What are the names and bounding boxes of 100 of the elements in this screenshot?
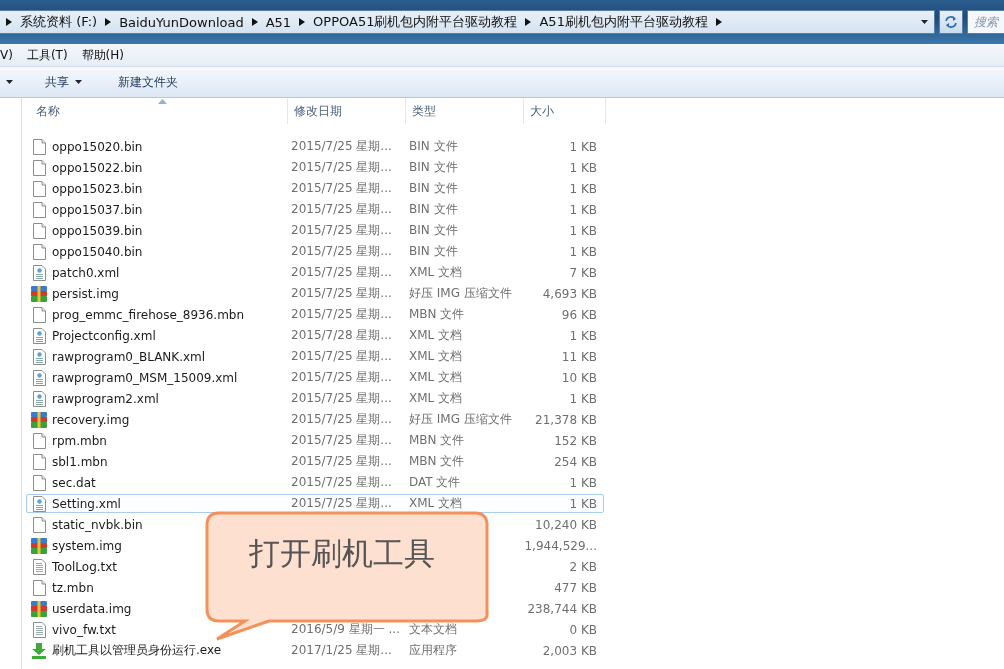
breadcrumb[interactable]: 系统资料 (F:) — [20, 13, 98, 31]
table-cell: XML 文档 — [409, 370, 463, 384]
file-name[interactable]: oppo15023.bin — [52, 181, 143, 196]
sort-arrow-icon — [158, 99, 167, 104]
document-icon — [32, 348, 46, 365]
file-icon — [32, 180, 46, 197]
chevron-icon[interactable] — [525, 18, 532, 26]
table-cell: 1 KB — [569, 202, 597, 217]
breadcrumb[interactable]: A51刷机包内附平台驱动教程 — [539, 13, 708, 31]
document-icon — [32, 495, 46, 512]
menu-item[interactable]: 工具(T) — [26, 46, 68, 64]
file-icon — [32, 306, 46, 323]
table-cell: 好压 IMG 压缩文件 — [409, 286, 512, 300]
chevron-icon[interactable] — [715, 18, 722, 26]
document-icon — [32, 390, 46, 407]
table-cell: 2015/7/25 星期... — [291, 349, 392, 363]
file-name[interactable]: rawprogram0_MSM_15009.xml — [52, 370, 238, 385]
file-name[interactable]: static_nvbk.bin — [52, 517, 143, 532]
table-cell: MBN 文件 — [409, 433, 465, 447]
breadcrumb[interactable]: OPPOA51刷机包内附平台驱动教程 — [313, 13, 518, 31]
column-header[interactable]: 类型 — [406, 98, 524, 124]
table-cell: 477 KB — [554, 580, 597, 595]
breadcrumb[interactable]: BaiduYunDownload — [119, 14, 244, 30]
chevron-icon[interactable] — [251, 18, 258, 26]
file-name[interactable]: prog_emmc_firehose_8936.mbn — [52, 307, 245, 322]
table-cell: 2,003 KB — [542, 643, 597, 658]
caret-icon — [921, 20, 928, 24]
file-name[interactable]: sbl1.mbn — [52, 454, 108, 469]
callout-text: 打开刷机工具 — [249, 534, 435, 573]
file-name[interactable]: oppo15037.bin — [52, 202, 143, 217]
table-cell: 2015/7/25 星期... — [291, 475, 392, 489]
table-cell: DAT 文件 — [409, 475, 461, 489]
table-cell: 2015/7/25 星期... — [291, 160, 392, 174]
file-name[interactable]: patch0.xml — [52, 265, 120, 280]
file-name[interactable]: tz.mbn — [52, 580, 94, 595]
table-cell: 1 KB — [569, 391, 597, 406]
chevron-icon[interactable] — [299, 18, 306, 26]
file-name[interactable]: rawprogram2.xml — [52, 391, 159, 406]
toolbar-button[interactable]: 共享 — [41, 71, 86, 93]
archive-icon — [31, 600, 47, 617]
column-header[interactable]: 修改日期 — [288, 98, 406, 124]
toolbar-button[interactable]: 新建文件夹 — [114, 71, 182, 93]
table-cell: 2015/7/25 星期... — [291, 454, 392, 468]
table-cell: 2015/7/25 星期... — [291, 370, 392, 384]
file-icon — [32, 222, 46, 239]
file-name[interactable]: persist.img — [52, 286, 119, 301]
file-name[interactable]: sec.dat — [52, 475, 96, 490]
table-cell: 96 KB — [561, 307, 597, 322]
document-icon — [32, 264, 46, 281]
file-icon — [32, 243, 46, 260]
file-icon — [32, 138, 46, 155]
file-name[interactable]: rawprogram0_BLANK.xml — [52, 349, 206, 364]
file-icon — [32, 432, 46, 449]
file-name[interactable]: 刷机工具以管理员身份运行.exe — [52, 642, 222, 659]
file-name[interactable]: oppo15040.bin — [52, 244, 143, 259]
archive-icon — [31, 411, 47, 428]
file-name[interactable]: oppo15020.bin — [52, 139, 143, 154]
table-cell: 1 KB — [569, 328, 597, 343]
table-cell: 11 KB — [561, 349, 597, 364]
table-cell: BIN 文件 — [409, 160, 458, 174]
file-name[interactable]: Setting.xml — [52, 496, 121, 511]
table-cell: MBN 文件 — [409, 307, 465, 321]
file-name[interactable]: vivo_fw.txt — [52, 622, 116, 637]
file-name[interactable]: Projectconfig.xml — [52, 328, 156, 343]
table-cell: XML 文档 — [409, 391, 463, 405]
table-cell: 应用程序 — [409, 643, 457, 657]
text-file-icon — [32, 621, 46, 638]
file-name[interactable]: rpm.mbn — [52, 433, 107, 448]
table-cell: 2015/7/25 星期... — [291, 412, 392, 426]
column-header[interactable]: 大小 — [524, 98, 606, 124]
table-cell: 2017/1/25 星期... — [291, 643, 392, 657]
table-cell: XML 文档 — [409, 328, 463, 342]
table-cell: 2015/7/25 星期... — [291, 265, 392, 279]
chevron-icon[interactable] — [105, 18, 112, 26]
table-cell: 2015/7/25 星期... — [291, 307, 392, 321]
table-cell: XML 文档 — [409, 265, 463, 279]
menu-item[interactable]: 帮助(H) — [81, 46, 124, 64]
column-header[interactable]: 名称 — [30, 98, 288, 124]
table-cell: 10,240 KB — [535, 517, 597, 532]
table-cell: 2 KB — [569, 559, 597, 574]
table-cell: 21,378 KB — [535, 412, 597, 427]
file-name[interactable]: ToolLog.txt — [52, 559, 118, 574]
menu-item[interactable]: V) — [0, 48, 13, 62]
chevron-icon[interactable] — [6, 18, 12, 26]
table-cell: 238,744 KB — [527, 601, 597, 616]
table-cell: 1 KB — [569, 496, 597, 511]
address-bar[interactable]: 系统资料 (F:) BaiduYunDownload A51 OPPOA51刷机包内附平台驱动教程 A51刷机包内附平台驱动教程 — [0, 10, 935, 34]
file-row[interactable]: Setting.xml 2015/7/25 星期... XML 文档 1 KB — [26, 494, 604, 513]
file-name[interactable]: userdata.img — [52, 601, 132, 616]
breadcrumb[interactable]: A51 — [265, 14, 292, 30]
file-name[interactable]: system.img — [52, 538, 122, 553]
file-name[interactable]: oppo15039.bin — [52, 223, 143, 238]
table-cell: 2015/7/25 星期... — [291, 244, 392, 258]
table-cell: 4,693 KB — [542, 286, 597, 301]
refresh-button[interactable] — [939, 10, 963, 34]
table-cell: BIN 文件 — [409, 139, 458, 153]
file-name[interactable]: recovery.img — [52, 412, 130, 427]
table-cell: 好压 IMG 压缩文件 — [409, 412, 512, 426]
table-cell: 2015/7/25 星期... — [291, 139, 392, 153]
file-name[interactable]: oppo15022.bin — [52, 160, 143, 175]
